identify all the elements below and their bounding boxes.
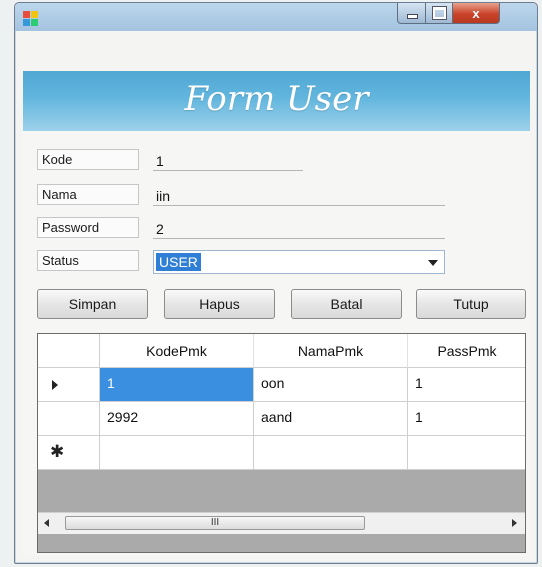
form-title: Form User [184, 79, 369, 119]
row-header[interactable] [38, 402, 100, 436]
password-label: Password [37, 217, 139, 238]
current-row-indicator-icon [52, 380, 58, 390]
cell-namapmk[interactable]: oon [254, 368, 408, 402]
password-field[interactable]: 2 [153, 217, 445, 239]
simpan-button[interactable]: Simpan [37, 289, 148, 319]
new-row[interactable]: ✱ [38, 436, 525, 470]
cell-kodepmk[interactable] [100, 436, 254, 470]
kode-field[interactable]: 1 [153, 149, 303, 171]
nama-field[interactable]: iin [153, 184, 445, 206]
title-bar[interactable]: x [15, 3, 537, 31]
column-header-kodepmk[interactable]: KodePmk [100, 334, 254, 368]
cell-kodepmk[interactable]: 1 [100, 368, 254, 402]
batal-button[interactable]: Batal [291, 289, 402, 319]
table-row[interactable]: 2992 aand 1 [38, 402, 525, 436]
grid-corner-cell[interactable] [38, 334, 100, 368]
user-data-grid[interactable]: KodePmk NamaPmk PassPmk 1 oon 1 2992 aan… [37, 333, 526, 553]
horizontal-scrollbar[interactable]: III [38, 512, 525, 534]
column-header-passpmk[interactable]: PassPmk [408, 334, 525, 368]
maximize-icon [433, 7, 446, 19]
row-header[interactable] [38, 368, 100, 402]
tutup-button[interactable]: Tutup [416, 289, 526, 319]
row-header[interactable]: ✱ [38, 436, 100, 470]
app-icon [23, 11, 39, 27]
scrollbar-thumb[interactable]: III [65, 516, 365, 530]
status-select-value: USER [156, 253, 201, 271]
new-row-icon: ✱ [50, 442, 65, 461]
cell-namapmk[interactable] [254, 436, 408, 470]
minimize-button[interactable] [397, 3, 427, 24]
cell-passpmk[interactable]: 1 [408, 402, 525, 436]
column-header-namapmk[interactable]: NamaPmk [254, 334, 408, 368]
nama-label: Nama [37, 184, 139, 205]
grid-header-row: KodePmk NamaPmk PassPmk [38, 334, 525, 368]
cell-kodepmk[interactable]: 2992 [100, 402, 254, 436]
scroll-right-icon[interactable] [512, 519, 517, 527]
status-select[interactable]: USER [153, 250, 445, 274]
cell-passpmk[interactable]: 1 [408, 368, 525, 402]
chevron-down-icon[interactable] [428, 260, 438, 266]
kode-label: Kode [37, 149, 139, 170]
form-user-window: x Form User Kode Nama Password Status 1 … [14, 2, 538, 564]
cell-namapmk[interactable]: aand [254, 402, 408, 436]
close-icon: x [472, 5, 480, 21]
minimize-icon [406, 13, 418, 19]
close-button[interactable]: x [452, 3, 500, 24]
hapus-button[interactable]: Hapus [164, 289, 275, 319]
status-label: Status [37, 250, 139, 271]
cell-passpmk[interactable] [408, 436, 525, 470]
header-banner: Form User [23, 71, 530, 131]
maximize-button[interactable] [425, 3, 454, 24]
table-row[interactable]: 1 oon 1 [38, 368, 525, 402]
scroll-left-icon[interactable] [44, 519, 49, 527]
